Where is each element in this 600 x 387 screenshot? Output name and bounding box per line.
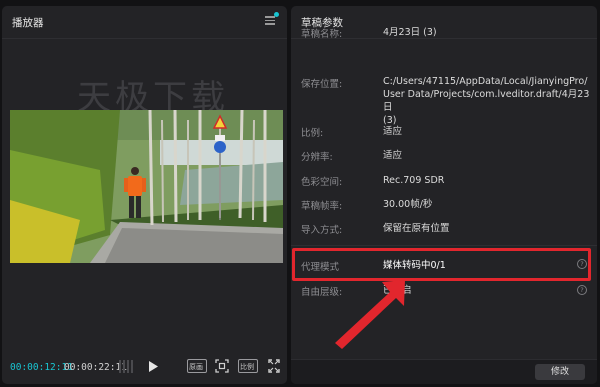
notification-dot [274, 12, 279, 17]
draft-params-panel: 草稿参数 草稿名称: 4月23日 (3) 保存位置: C:/Users/4711… [291, 6, 597, 384]
ratio-label: 比例: [301, 128, 324, 139]
play-icon[interactable] [147, 360, 159, 373]
draft-name-value: 4月23日 (3) [383, 27, 437, 38]
video-preview [10, 110, 283, 263]
save-location-line-1: C:/Users/47115/AppData/Local/JianyingPro… [383, 76, 588, 87]
compare-label: 原画 [189, 363, 203, 371]
frame-rate-label: 草稿帧率: [301, 201, 343, 212]
ratio-button[interactable]: 比例 [238, 359, 258, 373]
player-title: 播放器 [12, 17, 44, 29]
save-location-value: C:/Users/47115/AppData/Local/JianyingPro… [383, 75, 597, 127]
fullscreen-icon[interactable] [268, 359, 280, 373]
free-layer-value: 已开启 [383, 285, 412, 296]
menu-icon[interactable] [265, 16, 275, 25]
compare-button[interactable]: 原画 [187, 359, 207, 373]
panel-footer: 修改 [291, 359, 597, 384]
video-frame [10, 110, 283, 263]
import-mode-label: 导入方式: [301, 225, 343, 236]
fit-screen-icon[interactable] [215, 359, 229, 373]
save-location-line-2: User Data/Projects/com.lveditor.draft/4月… [383, 89, 590, 113]
resolution-label: 分辨率: [301, 152, 333, 163]
title-divider [2, 38, 287, 39]
modify-button[interactable]: 修改 [535, 364, 585, 380]
ratio-label: 比例 [240, 363, 254, 371]
draft-name-label: 草稿名称: [301, 29, 343, 40]
color-space-value: Rec.709 SDR [383, 175, 445, 186]
section-divider [291, 245, 597, 246]
player-panel: 播放器 天极下载 00:00:12:11 00:00:22:11 原画 比例 [2, 6, 287, 384]
color-space-label: 色彩空间: [301, 177, 343, 188]
help-icon[interactable]: ? [577, 285, 587, 295]
timeline-grip-icon[interactable] [119, 360, 133, 373]
ratio-value: 适应 [383, 126, 403, 137]
save-location-line-3: (3) [383, 115, 397, 126]
frame-rate-value: 30.00帧/秒 [383, 199, 433, 210]
proxy-mode-highlight-box [292, 248, 591, 281]
import-mode-value: 保留在原有位置 [383, 223, 450, 234]
save-location-label: 保存位置: [301, 79, 343, 90]
total-time: 00:00:22:11 [64, 362, 127, 373]
free-layer-label: 自由层级: [301, 287, 343, 298]
resolution-value: 适应 [383, 150, 403, 161]
